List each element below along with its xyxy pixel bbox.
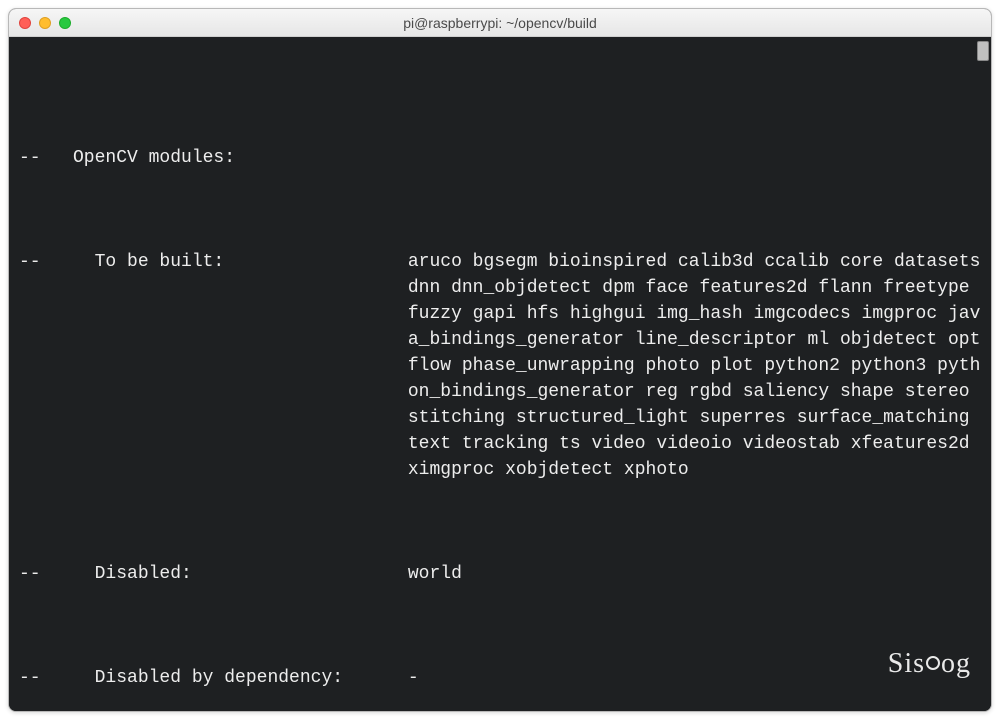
output-label: -- Disabled: bbox=[19, 561, 408, 587]
terminal-output[interactable]: -- OpenCV modules: -- To be built: aruco… bbox=[9, 37, 991, 711]
maximize-icon[interactable] bbox=[59, 17, 71, 29]
output-label: -- To be built: bbox=[19, 249, 408, 275]
output-line: -- OpenCV modules: bbox=[19, 145, 235, 171]
window-title: pi@raspberrypi: ~/opencv/build bbox=[9, 15, 991, 31]
output-label: -- Disabled by dependency: bbox=[19, 665, 408, 691]
terminal-window: pi@raspberrypi: ~/opencv/build -- OpenCV… bbox=[8, 8, 992, 712]
minimize-icon[interactable] bbox=[39, 17, 51, 29]
watermark-logo: Sisog bbox=[840, 625, 971, 703]
window-controls bbox=[19, 17, 71, 29]
titlebar: pi@raspberrypi: ~/opencv/build bbox=[9, 9, 991, 37]
output-value: world bbox=[408, 561, 462, 587]
scrollbar-thumb[interactable] bbox=[977, 41, 989, 61]
close-icon[interactable] bbox=[19, 17, 31, 29]
output-value: - bbox=[408, 665, 419, 691]
output-value: aruco bgsegm bioinspired calib3d ccalib … bbox=[408, 249, 985, 483]
